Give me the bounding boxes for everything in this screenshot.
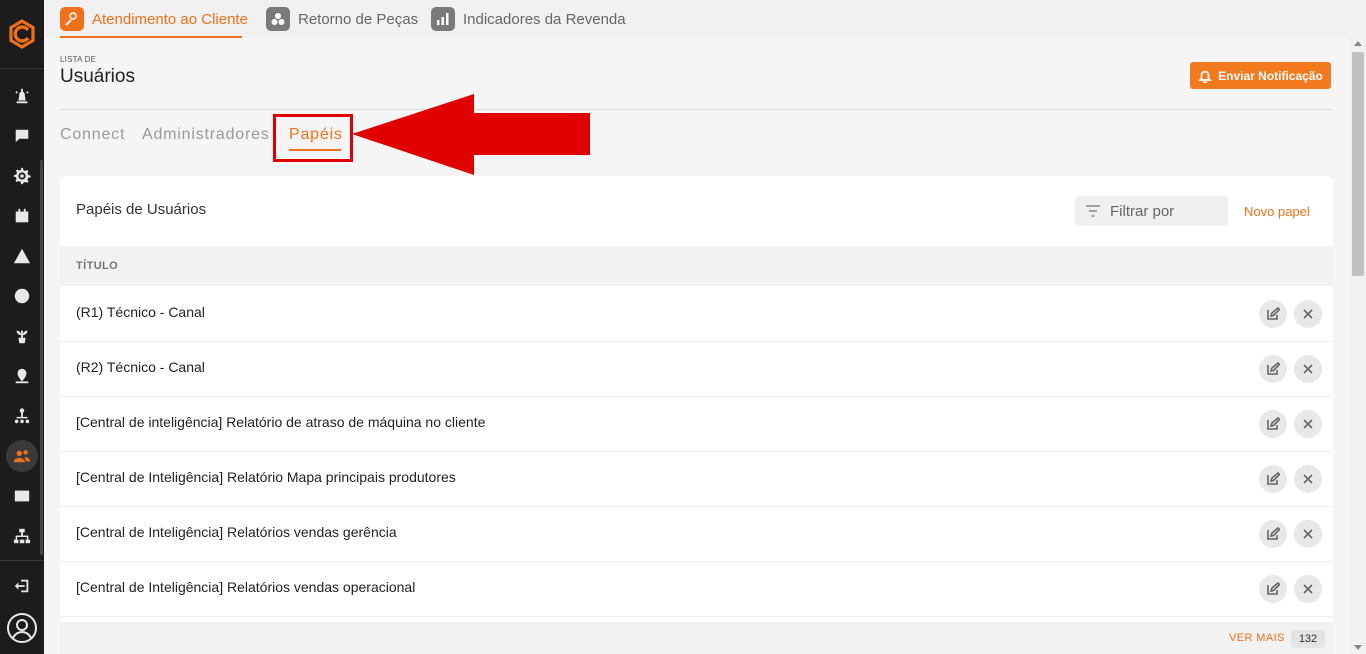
delete-button[interactable]: [1294, 465, 1322, 493]
filter-icon: [1086, 205, 1100, 217]
table-row[interactable]: [Central de Inteligência] Relatórios ven…: [60, 507, 1333, 562]
edit-icon: [1267, 417, 1280, 430]
alarm-icon[interactable]: [12, 86, 32, 106]
delete-button[interactable]: [1294, 355, 1322, 383]
sitemap-icon[interactable]: [12, 526, 32, 546]
top-tab-label: Atendimento ao Cliente: [92, 10, 248, 28]
top-tab-dealer-indicators[interactable]: Indicadores da Revenda: [431, 0, 626, 38]
tab-administrators[interactable]: Administradores: [142, 126, 270, 144]
chat-icon[interactable]: [12, 126, 32, 146]
edit-button[interactable]: [1259, 410, 1287, 438]
users-icon[interactable]: [12, 446, 32, 466]
annotation-highlight-box: [273, 114, 353, 162]
scroll-thumb[interactable]: [1352, 52, 1364, 276]
gears-icon: [266, 7, 290, 31]
support-icon: [60, 7, 84, 31]
filter-input[interactable]: Filtrar por: [1075, 196, 1228, 226]
table-row[interactable]: (R2) Técnico - Canal: [60, 342, 1333, 397]
row-title: [Central de Inteligência] Relatório Mapa…: [76, 469, 456, 485]
table-row[interactable]: [Central de inteligência] Relatório de a…: [60, 397, 1333, 452]
row-title: [Central de Inteligência] Relatórios ven…: [76, 579, 416, 595]
delete-button[interactable]: [1294, 520, 1322, 548]
close-icon: [1303, 584, 1313, 594]
delete-button[interactable]: [1294, 410, 1322, 438]
filter-placeholder: Filtrar por: [1110, 202, 1175, 220]
send-notification-label: Enviar Notificação: [1218, 68, 1323, 83]
table-footer: [60, 622, 1333, 654]
row-title: [Central de Inteligência] Relatórios ven…: [76, 524, 397, 540]
close-icon: [1303, 364, 1313, 374]
row-title: (R2) Técnico - Canal: [76, 359, 205, 375]
close-icon: [1303, 309, 1313, 319]
close-icon: [1303, 529, 1313, 539]
edit-button[interactable]: [1259, 465, 1287, 493]
page-title: Usuários: [60, 66, 135, 87]
plant-icon[interactable]: [12, 326, 32, 346]
table-row[interactable]: [Central de Inteligência] Relatórios ven…: [60, 562, 1333, 617]
table-header: TÍTULO: [60, 246, 1333, 286]
bell-icon: [1198, 70, 1213, 83]
column-header-title: TÍTULO: [76, 260, 119, 272]
see-more-link[interactable]: VER MAIS: [1229, 632, 1285, 644]
bar-chart-icon: [431, 7, 455, 31]
page-kicker: LISTA DE: [60, 55, 97, 64]
user-avatar-icon[interactable]: [6, 612, 38, 644]
sidebar-scrollbar[interactable]: [40, 160, 43, 555]
top-tab-parts-return[interactable]: Retorno de Peças: [266, 0, 418, 38]
table-icon[interactable]: [12, 486, 32, 506]
edit-icon: [1267, 472, 1280, 485]
app-logo-icon[interactable]: [6, 18, 38, 50]
edit-button[interactable]: [1259, 300, 1287, 328]
warning-icon[interactable]: [12, 246, 32, 266]
scroll-up-arrow-icon[interactable]: [1354, 41, 1362, 46]
table-row[interactable]: (R1) Técnico - Canal: [60, 287, 1333, 342]
tab-connect[interactable]: Connect: [60, 126, 125, 144]
location-pin-icon[interactable]: [12, 366, 32, 386]
globe-icon[interactable]: [12, 286, 32, 306]
row-title: [Central de inteligência] Relatório de a…: [76, 414, 486, 430]
top-tab-label: Retorno de Peças: [298, 10, 419, 28]
card-title: Papéis de Usuários: [76, 201, 207, 218]
edit-button[interactable]: [1259, 355, 1287, 383]
edit-icon: [1267, 362, 1280, 375]
settings-gear-icon[interactable]: [12, 166, 32, 186]
edit-button[interactable]: [1259, 575, 1287, 603]
sidebar: [0, 0, 44, 654]
total-count-badge: 132: [1291, 630, 1325, 648]
table-row[interactable]: [Central de Inteligência] Relatório Mapa…: [60, 452, 1333, 507]
send-notification-button[interactable]: Enviar Notificação: [1190, 62, 1331, 89]
close-icon: [1303, 419, 1313, 429]
delete-button[interactable]: [1294, 575, 1322, 603]
edit-icon: [1267, 582, 1280, 595]
close-icon: [1303, 474, 1313, 484]
header-divider: [60, 109, 1332, 110]
annotation-arrow-icon: [352, 94, 590, 175]
top-tab-label: Indicadores da Revenda: [463, 10, 626, 28]
edit-icon: [1267, 527, 1280, 540]
calendar-icon[interactable]: [12, 206, 32, 226]
new-role-link[interactable]: Novo papel: [1244, 204, 1310, 219]
edit-button[interactable]: [1259, 520, 1287, 548]
row-title: (R1) Técnico - Canal: [76, 304, 205, 320]
sidebar-divider: [0, 68, 44, 69]
scroll-down-arrow-icon[interactable]: [1354, 645, 1362, 650]
logout-icon[interactable]: [12, 576, 32, 596]
sidebar-divider-bottom: [0, 560, 44, 561]
delete-button[interactable]: [1294, 300, 1322, 328]
edit-icon: [1267, 307, 1280, 320]
top-tab-customer-service[interactable]: Atendimento ao Cliente: [60, 0, 248, 38]
hierarchy-icon[interactable]: [12, 406, 32, 426]
